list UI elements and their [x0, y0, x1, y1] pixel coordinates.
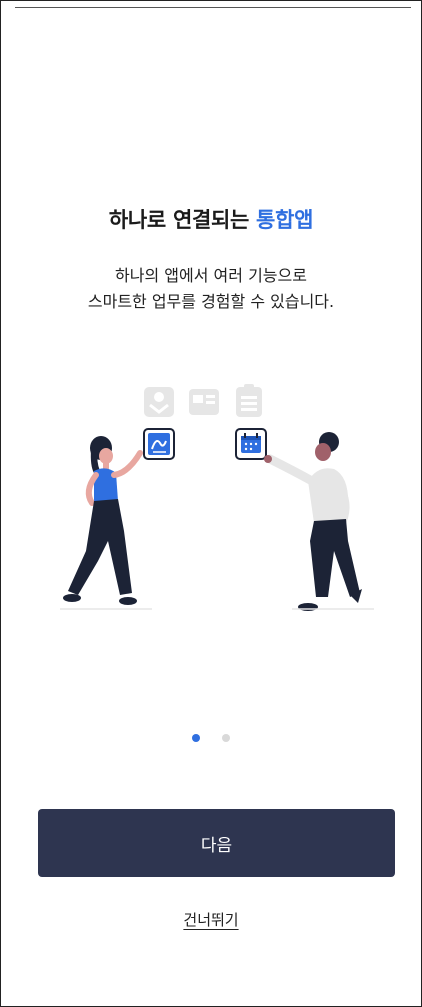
- skip-link[interactable]: 건너뛰기: [183, 911, 238, 929]
- title-highlight: 통합앱: [256, 208, 314, 232]
- subtitle-line-2: 스마트한 업무를 경험할 수 있습니다.: [87, 292, 335, 311]
- collaboration-illustration: [60, 384, 374, 611]
- man-figure: [264, 432, 374, 611]
- id-card-icon: [189, 389, 219, 415]
- calendar-icon: [235, 428, 267, 460]
- top-divider: [15, 7, 411, 8]
- clipboard-icon: [236, 384, 262, 417]
- page-indicator: [1, 734, 421, 742]
- page-subtitle: 하나의 앱에서 여러 기능으로 스마트한 업무를 경험할 수 있습니다.: [1, 263, 421, 315]
- mail-icon: [144, 387, 174, 417]
- page-title: 하나로 연결되는 통합앱: [1, 204, 421, 234]
- skip-link-row: 건너뛰기: [1, 909, 421, 930]
- subtitle-line-1: 하나의 앱에서 여러 기능으로: [115, 266, 307, 285]
- signature-icon: [143, 428, 175, 460]
- next-button[interactable]: 다음: [38, 809, 395, 877]
- woman-figure: [60, 436, 152, 610]
- page-dot-1[interactable]: [192, 734, 200, 742]
- page-dot-2[interactable]: [222, 734, 230, 742]
- onboarding-screen: 하나로 연결되는 통합앱 하나의 앱에서 여러 기능으로 스마트한 업무를 경험…: [0, 0, 422, 1007]
- title-prefix: 하나로 연결되는: [108, 208, 257, 232]
